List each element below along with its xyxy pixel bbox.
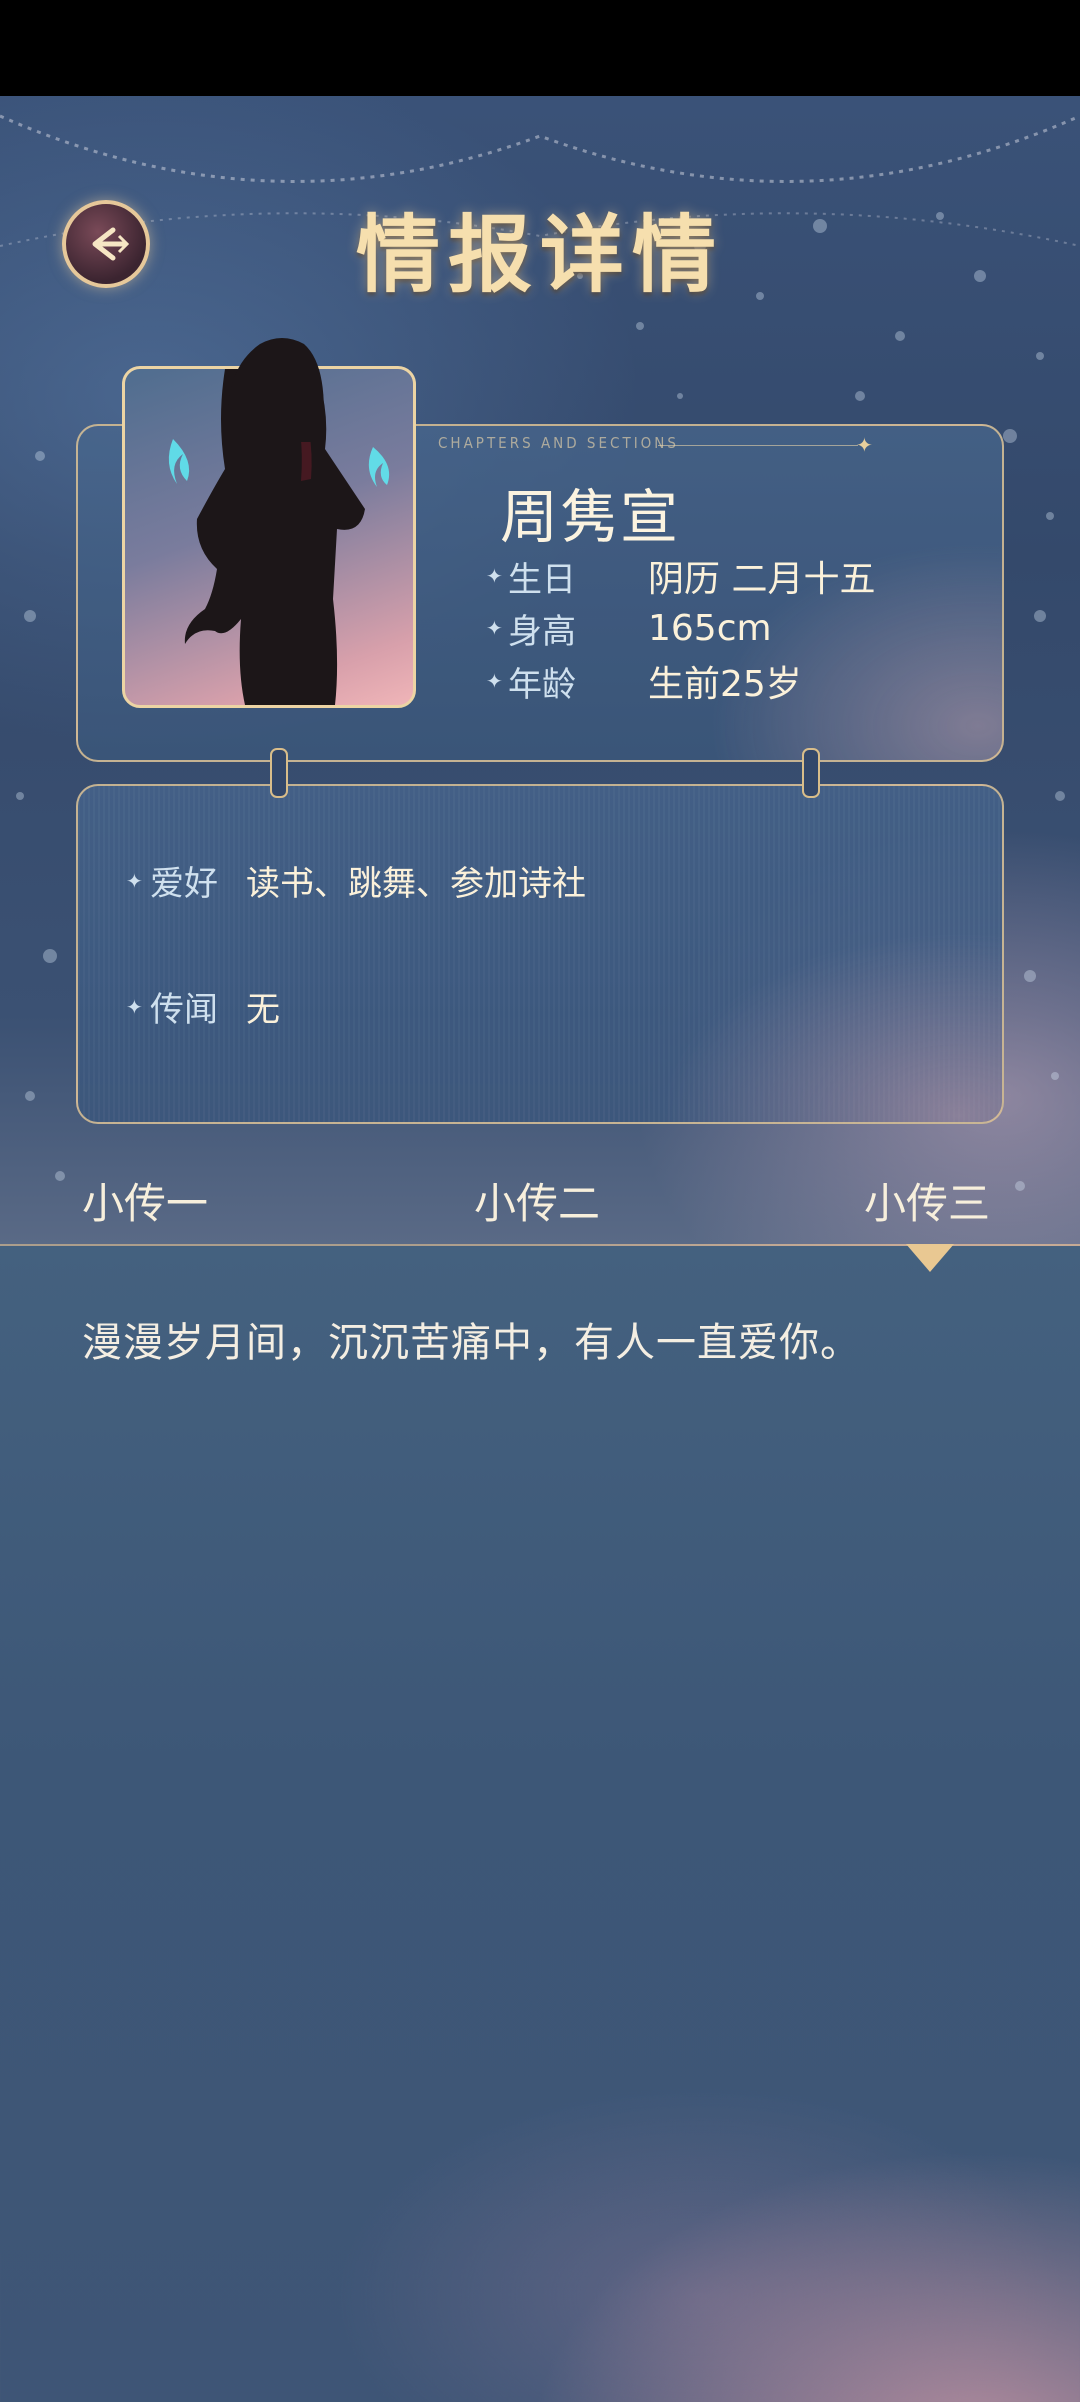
stat-row-birthday: ✦ 生日 阴历 二月十五 <box>486 551 875 601</box>
sparkle-icon: ✦ <box>486 564 503 588</box>
story-panel <box>0 1244 1080 2402</box>
stat-label: 生日 <box>508 559 576 600</box>
chapters-label: CHAPTERS AND SECTIONS <box>438 434 679 452</box>
stat-label: 年龄 <box>508 664 576 705</box>
sparkle-icon: ✦ <box>126 994 143 1019</box>
page-title: 情报详情 <box>355 205 724 304</box>
tab-story-3[interactable]: 小传三 <box>864 1170 990 1231</box>
stat-label: 身高 <box>508 611 576 652</box>
detail-label: 爱好 <box>150 864 218 904</box>
stat-row-height: ✦ 身高 165cm <box>486 603 772 653</box>
status-bar <box>0 0 1080 96</box>
detail-row-hobby: ✦ 爱好 读书、跳舞、参加诗社 <box>126 856 586 905</box>
sparkle-icon: ✦ <box>486 669 503 693</box>
detail-value: 无 <box>246 990 280 1030</box>
card-connector <box>270 748 288 798</box>
story-tabs: 小传一 小传二 小传三 <box>0 1170 1080 1246</box>
detail-value: 读书、跳舞、参加诗社 <box>246 864 586 904</box>
detail-row-rumor: ✦ 传闻 无 <box>126 982 280 1031</box>
sparkle-icon: ✦ <box>856 433 873 457</box>
character-name: 周隽宣 <box>500 483 681 551</box>
detail-label: 传闻 <box>150 990 218 1030</box>
chapters-divider <box>658 445 858 446</box>
tab-story-2[interactable]: 小传二 <box>474 1170 600 1231</box>
card-connector <box>802 748 820 798</box>
stat-value: 阴历 二月十五 <box>648 559 876 600</box>
active-tab-indicator <box>906 1244 954 1272</box>
tab-story-1[interactable]: 小传一 <box>82 1170 208 1231</box>
sparkle-icon: ✦ <box>486 616 503 640</box>
details-card <box>76 784 1004 1124</box>
sparkle-icon: ✦ <box>126 868 143 893</box>
stat-value: 165cm <box>648 607 772 649</box>
story-text: 漫漫岁月间，沉沉苦痛中，有人一直爱你。 <box>82 1320 861 1366</box>
stat-value: 生前25岁 <box>648 664 802 705</box>
silhouette-head <box>228 338 324 442</box>
stat-row-age: ✦ 年龄 生前25岁 <box>486 656 802 706</box>
